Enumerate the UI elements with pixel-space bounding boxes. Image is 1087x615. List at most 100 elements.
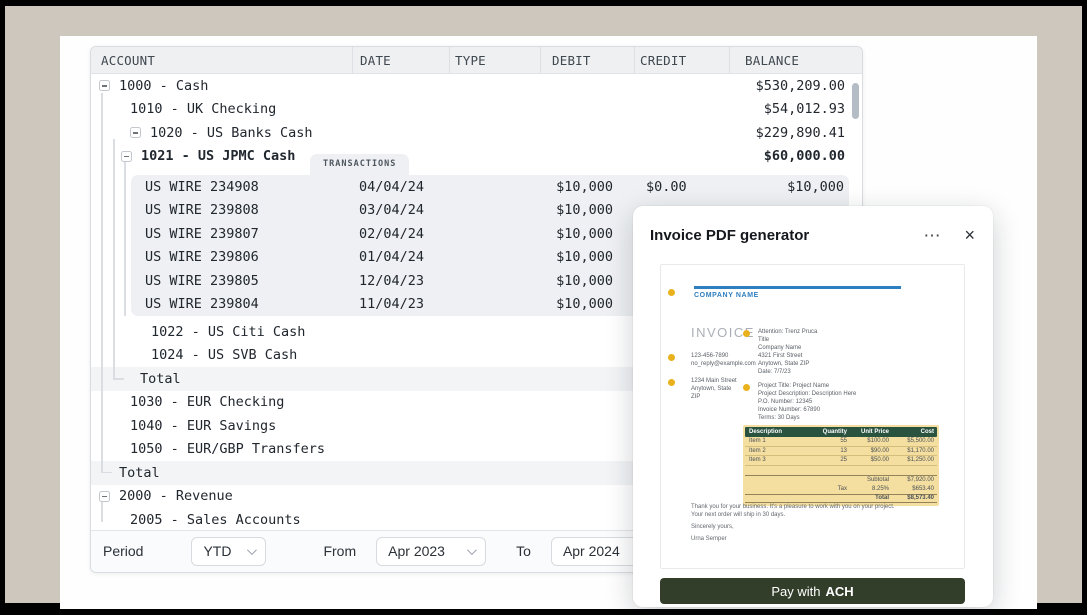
line-item-row: Item 213$90.00$1,170.00	[745, 447, 937, 457]
transaction-description: US WIRE 239804	[131, 296, 352, 312]
transaction-description: US WIRE 239808	[131, 202, 352, 218]
period-value: YTD	[203, 543, 231, 559]
transaction-description: US WIRE 239805	[131, 273, 352, 289]
transaction-date: 04/04/24	[352, 179, 449, 195]
transaction-debit: $10,000	[540, 296, 634, 312]
collapse-toggle-icon[interactable]	[130, 127, 141, 138]
blank-row	[745, 466, 937, 475]
cell: $50.00	[847, 457, 889, 463]
invoice-pdf-modal: Invoice PDF generator ⋯ × COMPANY NAME I…	[633, 206, 993, 607]
account-label: 1000 - Cash	[119, 78, 208, 94]
balance-cell: $60,000.00	[727, 148, 862, 164]
modal-title: Invoice PDF generator	[650, 227, 923, 244]
chevron-down-icon	[247, 545, 257, 555]
total-row: Total$8,573.40	[745, 494, 937, 504]
cell: Quantity	[817, 429, 847, 435]
cell: 55	[817, 438, 847, 444]
column-header-type: TYPE	[449, 47, 540, 73]
bullet-icon	[743, 330, 750, 337]
account-row[interactable]: 1000 - Cash $530,209.00	[91, 74, 862, 98]
account-cell: 1030 - EUR Checking	[91, 394, 727, 410]
cell: Item 3	[745, 457, 817, 463]
table-header: ACCOUNTDATETYPEDEBITCREDITBALANCE	[91, 47, 862, 74]
account-label: 1010 - UK Checking	[130, 101, 276, 117]
text-line: Invoice Number: 67890	[758, 406, 856, 414]
cell: $100.00	[847, 438, 889, 444]
account-row[interactable]: 1020 - US Banks Cash$229,890.41	[91, 121, 862, 145]
tree-line	[101, 502, 103, 522]
account-cell: 2005 - Sales Accounts	[91, 512, 727, 528]
overflow-menu-icon[interactable]: ⋯	[923, 227, 940, 244]
transaction-row[interactable]: US WIRE 23490804/04/24$10,000$0.00$10,00…	[131, 175, 849, 199]
from-select[interactable]: Apr 2023	[376, 537, 486, 566]
text-line: no_reply@example.com	[691, 360, 756, 368]
app-canvas: ACCOUNTDATETYPEDEBITCREDITBALANCE 1000 -…	[60, 36, 1037, 609]
text-line: Project Title: Project Name	[758, 382, 856, 390]
bullet-icon	[743, 384, 750, 391]
transaction-debit: $10,000	[540, 249, 634, 265]
account-cell: Total	[91, 371, 727, 387]
text-line: Anytown, State ZIP	[758, 360, 817, 368]
column-header-date: DATE	[352, 47, 449, 73]
cell: $653.40	[889, 486, 937, 492]
account-cell: 1022 - US Citi Cash	[91, 324, 727, 340]
cell: $8,573.40	[889, 495, 937, 501]
collapse-toggle-icon[interactable]	[99, 80, 110, 91]
cell: 25	[817, 457, 847, 463]
text-line: 1234 Main Street	[691, 377, 737, 385]
transaction-balance: $10,000	[729, 179, 849, 195]
text-line: ZIP	[691, 393, 737, 401]
close-icon[interactable]: ×	[964, 226, 975, 244]
account-cell: 1020 - US Banks Cash	[91, 125, 727, 141]
invoice-contact-block: 123-456-7890no_reply@example.com	[691, 352, 756, 368]
invoice-project-block: Project Title: Project NameProject Descr…	[758, 382, 856, 422]
cell: Cost	[889, 429, 937, 435]
from-value: Apr 2023	[388, 543, 445, 559]
column-header-credit: CREDIT	[634, 47, 729, 73]
period-select[interactable]: YTD	[191, 537, 266, 566]
account-row[interactable]: 1021 - US JPMC Cash$60,000.00	[91, 145, 862, 169]
text-line: Date: 7/7/23	[758, 368, 817, 376]
invoice-address-block: 1234 Main StreetAnytown, StateZIP	[691, 377, 737, 401]
cell: $1,170.00	[889, 448, 937, 454]
bullet-icon	[668, 379, 675, 386]
account-label: 1040 - EUR Savings	[130, 418, 276, 434]
balance-cell: $530,209.00	[727, 78, 862, 94]
tree-line	[101, 93, 103, 472]
column-header-balance: BALANCE	[729, 47, 862, 73]
pay-with-ach-button[interactable]: Pay with ACH	[660, 578, 965, 604]
collapse-toggle-icon[interactable]	[99, 491, 110, 502]
cell: Item 2	[745, 448, 817, 454]
account-cell: 1024 - US SVB Cash	[91, 347, 727, 363]
invoice-closing-block: Thank you for your business. It's a plea…	[691, 503, 895, 543]
account-label: 2005 - Sales Accounts	[130, 512, 301, 528]
transaction-description: US WIRE 239806	[131, 249, 352, 265]
account-label: 1030 - EUR Checking	[130, 394, 284, 410]
cell: Unit Price	[847, 429, 889, 435]
account-cell: 2000 - Revenue	[91, 488, 727, 504]
invoice-line-items-table: DescriptionQuantityUnit PriceCostItem 15…	[743, 425, 939, 506]
text-line: Title	[758, 336, 817, 344]
account-row[interactable]: 1010 - UK Checking$54,012.93	[91, 98, 862, 122]
transactions-tab[interactable]: TRANSACTIONS	[310, 154, 409, 175]
transaction-debit: $10,000	[540, 202, 634, 218]
bullet-icon	[668, 354, 675, 361]
cell: Tax	[817, 486, 847, 492]
transaction-date: 11/04/23	[352, 296, 449, 312]
transaction-date: 03/04/24	[352, 202, 449, 218]
screenshot-frame: ACCOUNTDATETYPEDEBITCREDITBALANCE 1000 -…	[0, 0, 1087, 615]
transaction-debit: $10,000	[540, 179, 634, 195]
cell: 8.25%	[847, 486, 889, 492]
invoice-company-name: COMPANY NAME	[694, 292, 759, 299]
period-label: Period	[103, 543, 143, 559]
text-line: Company Name	[758, 344, 817, 352]
collapse-toggle-icon[interactable]	[121, 151, 132, 162]
scrollbar-thumb[interactable]	[852, 83, 859, 119]
transaction-credit: $0.00	[634, 179, 729, 195]
text-line: Urna Semper	[691, 535, 895, 543]
transaction-date: 01/04/24	[352, 249, 449, 265]
cell: Description	[745, 429, 817, 435]
invoice-attention-block: Attention: Trenz PrucaTitleCompany Name4…	[758, 328, 817, 376]
text-line: Project Description: Description Here	[758, 390, 856, 398]
text-line: Attention: Trenz Pruca	[758, 328, 817, 336]
